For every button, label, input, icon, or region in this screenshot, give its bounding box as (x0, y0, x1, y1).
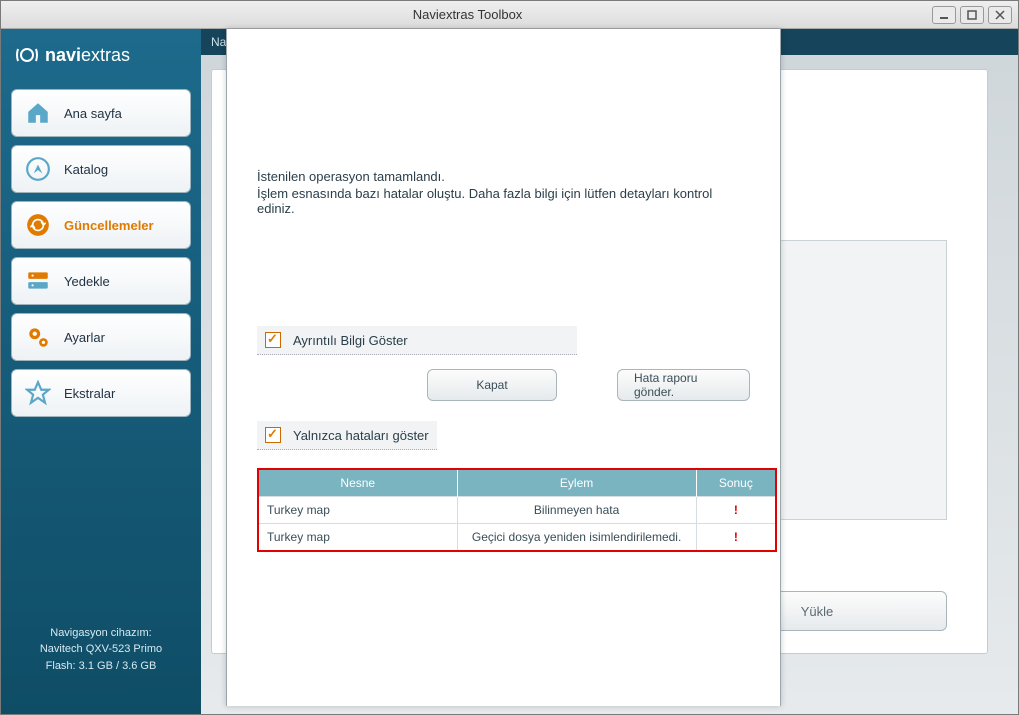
device-line: Flash: 3.1 GB / 3.6 GB (11, 658, 191, 675)
send-report-button[interactable]: Hata raporu gönder. (617, 369, 750, 401)
install-button-label: Yükle (801, 604, 834, 619)
sidebar-item-label: Yedekle (64, 274, 110, 289)
minimize-button[interactable] (932, 6, 956, 24)
brand-text-light: extras (81, 45, 130, 65)
cell-object: Turkey map (258, 497, 457, 524)
device-info: Navigasyon cihazım: Navitech QXV-523 Pri… (1, 605, 201, 715)
sidebar-item-backup[interactable]: Yedekle (11, 257, 191, 305)
error-icon: ! (696, 524, 776, 552)
cell-action: Geçici dosya yeniden isimlendirilemedi. (457, 524, 696, 552)
result-dialog: İstenilen operasyon tamamlandı. İşlem es… (226, 29, 781, 706)
sidebar-item-updates[interactable]: Güncellemeler (11, 201, 191, 249)
show-details-label: Ayrıntılı Bilgi Göster (293, 333, 408, 348)
table-header-row: Nesne Eylem Sonuç (258, 469, 776, 497)
col-action: Eylem (457, 469, 696, 497)
gear-icon (24, 323, 52, 351)
sidebar-item-settings[interactable]: Ayarlar (11, 313, 191, 361)
button-label: Hata raporu gönder. (634, 371, 733, 399)
brand-text-bold: navi (45, 45, 81, 65)
close-dialog-button[interactable]: Kapat (427, 369, 557, 401)
col-object: Nesne (258, 469, 457, 497)
device-line: Navitech QXV-523 Primo (11, 641, 191, 658)
dialog-body: İstenilen operasyon tamamlandı. İşlem es… (227, 29, 780, 552)
sidebar-item-home[interactable]: Ana sayfa (11, 89, 191, 137)
app-window: Naviextras Toolbox naviextras Ana sayfa … (0, 0, 1019, 715)
brand-logo: naviextras (1, 37, 201, 85)
cell-action: Bilinmeyen hata (457, 497, 696, 524)
checkbox-icon[interactable] (265, 332, 281, 348)
sidebar-item-catalog[interactable]: Katalog (11, 145, 191, 193)
home-icon (24, 99, 52, 127)
sidebar-item-label: Güncellemeler (64, 218, 154, 233)
dialog-message: İşlem esnasında bazı hatalar oluştu. Dah… (257, 186, 750, 216)
cell-object: Turkey map (258, 524, 457, 552)
maximize-button[interactable] (960, 6, 984, 24)
sidebar-item-label: Ana sayfa (64, 106, 122, 121)
close-button[interactable] (988, 6, 1012, 24)
table-row: Turkey map Geçici dosya yeniden isimlend… (258, 524, 776, 552)
sidebar-item-label: Ekstralar (64, 386, 115, 401)
button-label: Kapat (476, 378, 507, 392)
dialog-button-row: Kapat Hata raporu gönder. (427, 369, 750, 401)
star-icon (24, 379, 52, 407)
show-details-row[interactable]: Ayrıntılı Bilgi Göster (257, 326, 577, 355)
window-title: Naviextras Toolbox (7, 7, 928, 22)
errors-only-label: Yalnızca hataları göster (293, 428, 429, 443)
compass-icon (24, 155, 52, 183)
backup-icon (24, 267, 52, 295)
error-table: Nesne Eylem Sonuç Turkey map Bilinmeyen … (257, 468, 777, 552)
device-line: Navigasyon cihazım: (11, 625, 191, 642)
dialog-message: İstenilen operasyon tamamlandı. (257, 169, 750, 184)
sidebar-item-label: Ayarlar (64, 330, 105, 345)
sidebar: naviextras Ana sayfa Katalog Güncellemel… (1, 29, 201, 714)
titlebar: Naviextras Toolbox (1, 1, 1018, 29)
checkbox-icon[interactable] (265, 427, 281, 443)
brand-icon (15, 43, 39, 67)
sidebar-item-label: Katalog (64, 162, 108, 177)
col-result: Sonuç (696, 469, 776, 497)
updates-icon (24, 211, 52, 239)
table-row: Turkey map Bilinmeyen hata ! (258, 497, 776, 524)
sidebar-item-extras[interactable]: Ekstralar (11, 369, 191, 417)
error-icon: ! (696, 497, 776, 524)
errors-only-row[interactable]: Yalnızca hataları göster (257, 421, 437, 450)
